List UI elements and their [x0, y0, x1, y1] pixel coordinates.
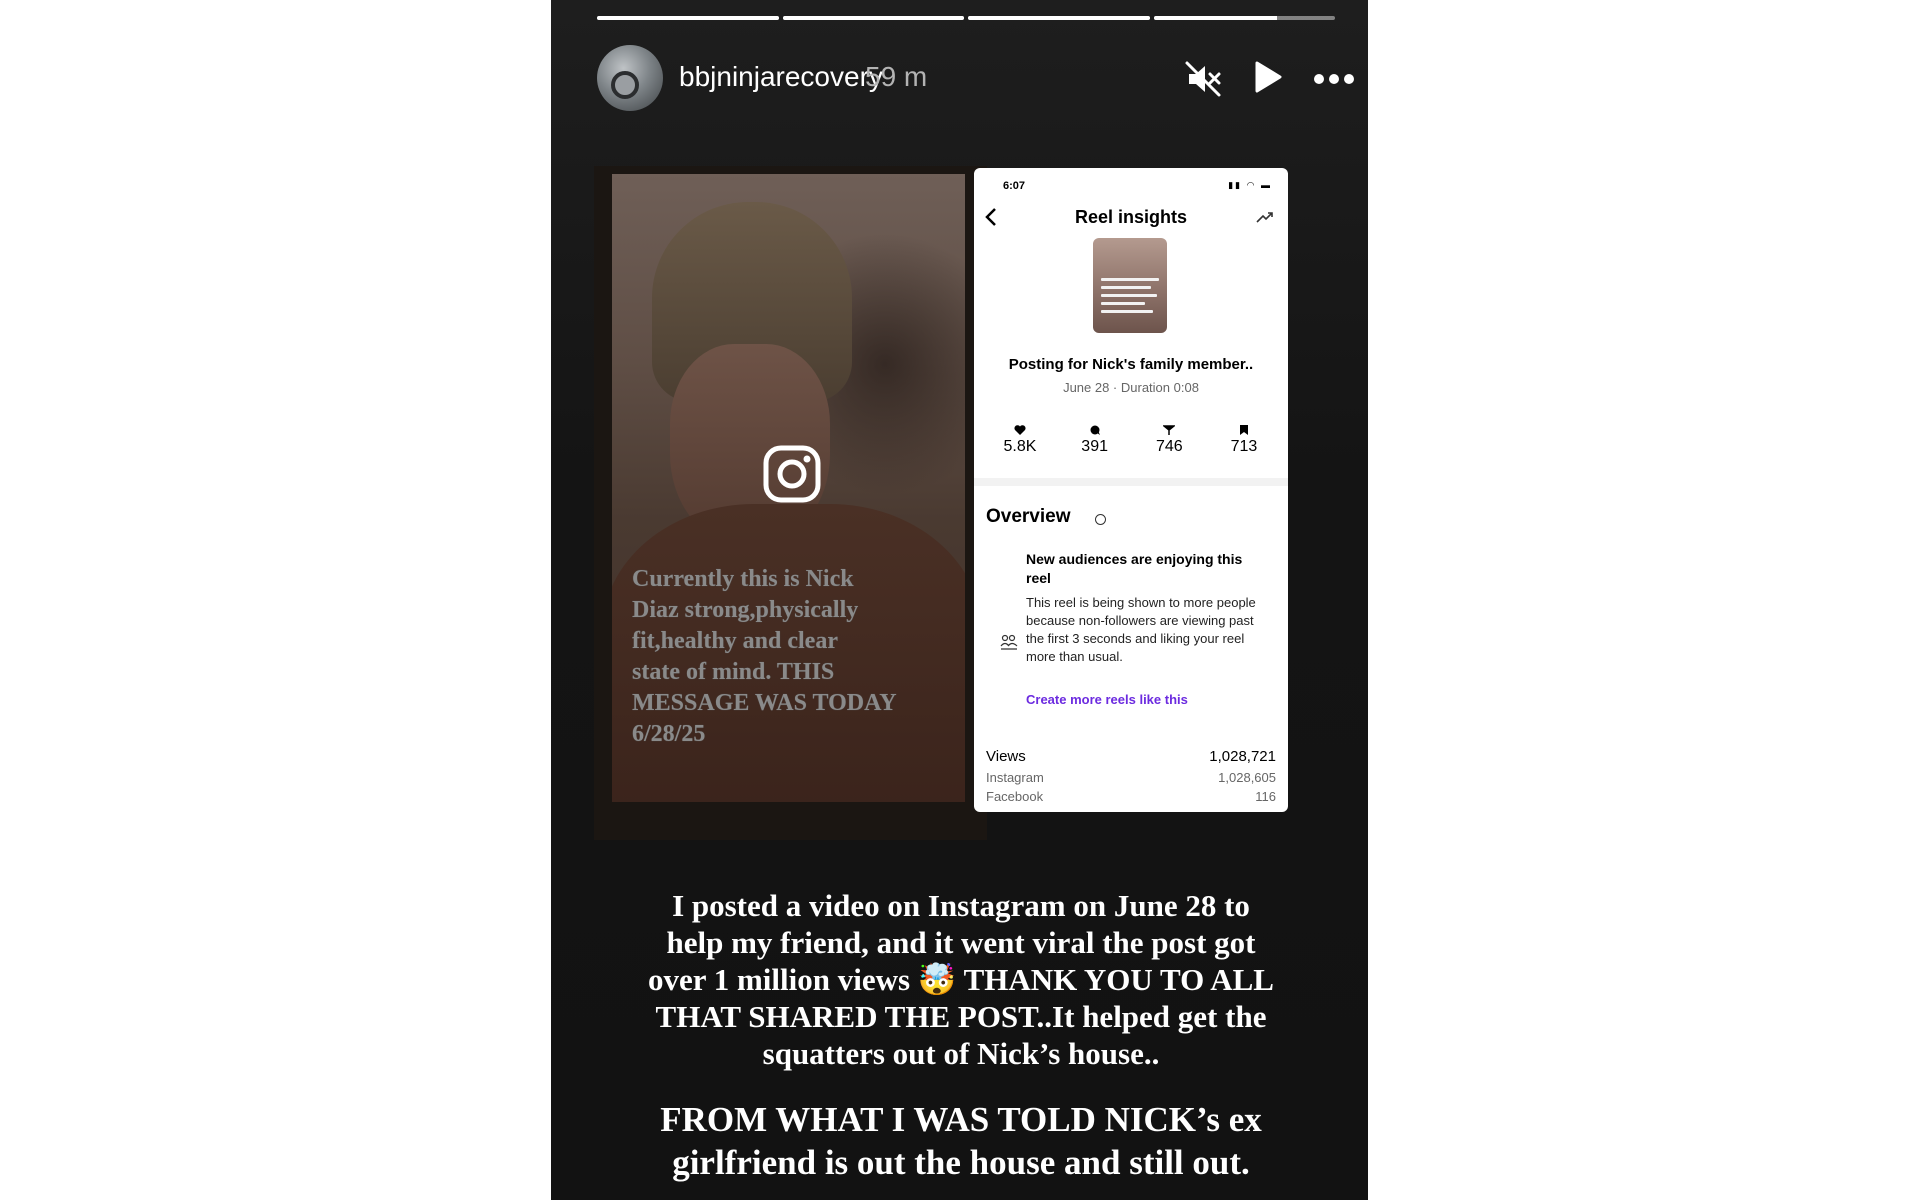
engagement-stats: 5.8K 391 746 713 — [988, 424, 1276, 456]
bookmark-icon — [1239, 425, 1248, 435]
progress-segment-current — [1153, 16, 1335, 20]
post-time: 59 m — [865, 61, 928, 92]
video-panel[interactable]: Currently this is Nick Diaz strong,physi… — [594, 166, 987, 840]
status-time: 6:07 — [1003, 180, 1026, 192]
reel-thumbnail[interactable] — [1093, 238, 1167, 333]
info-icon[interactable] — [1095, 514, 1106, 525]
video-frame: Currently this is Nick Diaz strong,physi… — [612, 174, 965, 802]
views-label: Instagram — [986, 770, 1044, 785]
more-dots-icon[interactable] — [1311, 59, 1357, 99]
progress-segment — [782, 16, 964, 20]
status-icons: ▮▮ ◠ ▬ — [1228, 180, 1272, 190]
divider — [974, 478, 1288, 486]
likes-stat: 5.8K — [988, 424, 1052, 456]
video-caption: Currently this is Nick Diaz strong,physi… — [632, 566, 897, 747]
instagram-icon — [763, 445, 821, 503]
views-value: 1,028,605 — [1218, 770, 1276, 785]
views-value: 1,028,721 — [1209, 748, 1276, 765]
views-instagram-row: Instagram 1,028,605 — [986, 770, 1276, 785]
insights-title: Reel insights — [1074, 207, 1188, 227]
audience-card: New audiences are enjoying this reel Thi… — [984, 550, 1276, 730]
overview-heading: Overview — [986, 506, 1071, 527]
views-label: Facebook — [986, 789, 1044, 804]
heart-icon — [1014, 425, 1026, 435]
create-more-reels-link[interactable]: Create more reels like this — [1026, 692, 1188, 707]
post-title: Posting for Nick's family member.. — [1008, 356, 1254, 373]
progress-segment — [597, 16, 779, 20]
stat-value: 713 — [1230, 438, 1258, 455]
story-viewer[interactable]: bbjninjarecovery 59 m Currently this is … — [551, 0, 1368, 1200]
username[interactable]: bbjninjarecovery — [679, 61, 883, 93]
stat-value: 5.8K — [1003, 438, 1037, 455]
story-text-paragraph: FROM WHAT I WAS TOLD NICK’s ex girlfrien… — [660, 1100, 1262, 1182]
post-meta: June 28 · Duration 0:08 — [1063, 380, 1199, 395]
stat-value: 746 — [1155, 438, 1183, 455]
views-value: 116 — [1255, 789, 1276, 804]
views-label: Views — [986, 748, 1026, 765]
stat-value: 391 — [1081, 438, 1108, 455]
play-icon[interactable] — [1249, 59, 1285, 95]
story-progress-bar — [597, 16, 1335, 20]
story-header: bbjninjarecovery 59 m — [597, 45, 1354, 111]
share-icon — [1163, 425, 1176, 435]
trend-icon[interactable] — [1256, 210, 1274, 224]
views-row: Views 1,028,721 — [986, 748, 1276, 765]
comment-icon — [1090, 425, 1100, 435]
progress-segment — [968, 16, 1150, 20]
views-facebook-row: Facebook 116 — [986, 789, 1276, 804]
audience-title: New audiences are enjoying this reel — [1026, 551, 1243, 586]
story-text-paragraph: I posted a video on Instagram on June 28… — [648, 888, 1274, 1071]
story-media: Currently this is Nick Diaz strong,physi… — [594, 166, 1324, 841]
saves-stat: 713 — [1212, 424, 1276, 456]
speaker-muted-icon[interactable] — [1183, 59, 1223, 99]
shares-stat: 746 — [1137, 424, 1201, 456]
avatar[interactable] — [597, 45, 663, 111]
audience-body: This reel is being shown to more people … — [1026, 595, 1256, 664]
reel-insights-screenshot: 6:07 ▮▮ ◠ ▬ Reel insights Posting for Ni… — [974, 168, 1288, 812]
audience-icon — [1000, 634, 1018, 650]
comments-stat: 391 — [1063, 424, 1127, 456]
